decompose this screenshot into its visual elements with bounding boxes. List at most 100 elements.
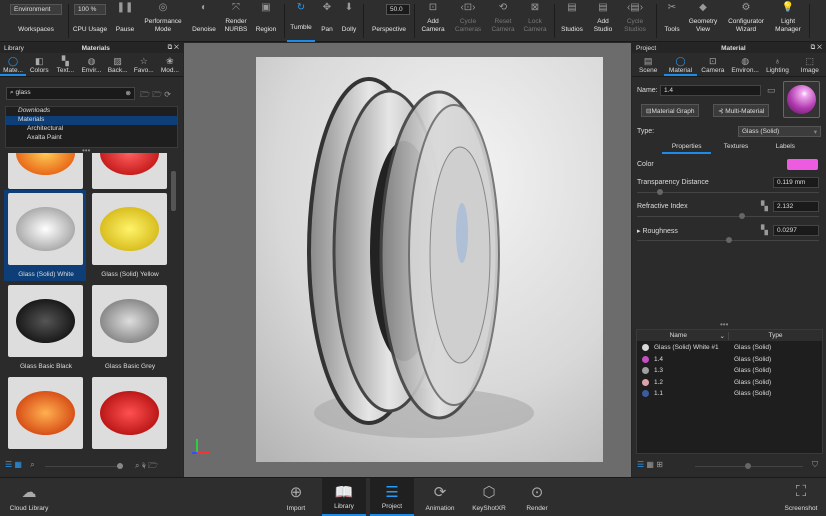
tab-material[interactable]: ◯ Material [664, 53, 697, 76]
panel-float-close-icons[interactable]: ⧉ ✕ [168, 44, 179, 52]
material-list-row[interactable]: 1.2 Glass (Solid) [637, 377, 822, 389]
panel-float-close-icons[interactable]: ⧉ ✕ [811, 44, 822, 52]
material-name-input[interactable]: 1.4 [660, 85, 761, 96]
material-thumb-orange-2[interactable] [8, 377, 83, 449]
subtab-labels[interactable]: Labels [761, 143, 810, 154]
subtab-properties[interactable]: Properties [662, 143, 712, 154]
list-view-icon[interactable]: ☰ [637, 460, 644, 469]
thumbnail-size-slider[interactable] [45, 463, 123, 469]
roughness-slider[interactable] [637, 237, 819, 243]
tab-environments[interactable]: ◍ Envir... [78, 53, 104, 76]
render-button[interactable]: ⊙ Render [520, 478, 554, 516]
refractive-slider[interactable] [637, 213, 819, 219]
tab-materials[interactable]: ◯ Mate... [0, 53, 27, 76]
transparency-input[interactable]: 0.119 mm [773, 177, 819, 188]
multi-material-button[interactable]: ⊰ Multi-Material [713, 104, 770, 117]
screenshot-button[interactable]: ⛶ Screenshot [780, 478, 822, 516]
list-view-icon[interactable]: ☰ ▦ [5, 460, 22, 469]
dolly-button[interactable]: ⬇ Dolly [338, 0, 360, 42]
tools-button[interactable]: ✂ Tools [660, 0, 684, 42]
cycle-studios-button[interactable]: ‹▤› Cycle Studios [620, 0, 650, 42]
color-swatch[interactable] [787, 159, 818, 170]
keyshotxr-text: KeyShotXR [472, 505, 506, 512]
splitter-handle[interactable]: ••• [720, 320, 728, 329]
grid-scrollbar[interactable] [171, 171, 176, 211]
tab-environment[interactable]: ◍ Environ... [729, 53, 761, 76]
list-zoom-slider[interactable] [695, 463, 803, 469]
tab-scene[interactable]: ▤ Scene [632, 53, 664, 76]
pan-button[interactable]: ✥ Pan [316, 0, 338, 42]
tree-item-architectural[interactable]: Architectural [6, 125, 177, 134]
pause-button[interactable]: ❚❚ Pause [112, 0, 138, 42]
render-nurbs-button[interactable]: ⤧ Render NURBS [220, 0, 252, 42]
animation-button[interactable]: ⟳ Animation [420, 478, 460, 516]
material-ball-icon [642, 355, 649, 363]
lock-camera-button[interactable]: ⊠ Lock Camera [520, 0, 550, 42]
subtab-textures[interactable]: Textures [711, 143, 760, 154]
column-name[interactable]: Name ⌄ [637, 331, 729, 340]
tab-image[interactable]: ⬚ Image [794, 53, 826, 76]
material-thumb-white[interactable] [8, 193, 83, 265]
add-camera-button[interactable]: ⊡ Add Camera [418, 0, 448, 42]
refractive-index-input[interactable]: 2.132 [773, 201, 819, 212]
project-button[interactable]: ☰ Project [370, 478, 414, 516]
tab-label: Scene [638, 67, 658, 74]
library-button[interactable]: 📖 Library [322, 478, 366, 516]
zoom-out-icon[interactable]: ⌕ [30, 460, 34, 469]
roughness-label-row[interactable]: ▸ Roughness [637, 227, 678, 235]
light-manager-button[interactable]: 💡 Light Manager [770, 0, 806, 42]
library-search-input[interactable]: ⌕ glass ⊗ [6, 87, 135, 100]
material-graph-button[interactable]: ⊟Material Graph [641, 104, 700, 117]
material-list-row[interactable]: 1.4 Glass (Solid) [637, 354, 822, 366]
cycle-cameras-text: Cycle Cameras [454, 18, 482, 33]
render-viewport[interactable] [184, 43, 631, 477]
tab-textures[interactable]: ▚ Text... [52, 53, 78, 76]
zoom-in-icon[interactable]: ⌕ ⚘ 🗁 [135, 460, 158, 474]
reset-camera-button[interactable]: ⟲ Reset Camera [488, 0, 518, 42]
filter-icon[interactable]: ⛉ [812, 460, 818, 470]
material-list-row[interactable]: 1.1 Glass (Solid) [637, 388, 822, 400]
keyshotxr-button[interactable]: ⬡ KeyShotXR [468, 478, 510, 516]
region-button[interactable]: ▣ Region [252, 0, 280, 42]
configurator-wizard-button[interactable]: ⚙ Configurator Wizard [724, 0, 768, 42]
tumble-button[interactable]: ↻ Tumble [287, 0, 315, 42]
texture-map-icon[interactable]: ▚ [761, 225, 768, 236]
texture-map-icon[interactable]: ▚ [761, 201, 768, 212]
tab-backplates[interactable]: ▨ Back... [105, 53, 131, 76]
name-label: Name: [637, 87, 658, 94]
material-thumb-black[interactable] [8, 285, 83, 357]
material-list-row[interactable]: Glass (Solid) White #1 Glass (Solid) [637, 342, 822, 354]
material-thumb-red-2[interactable] [92, 377, 167, 449]
material-list-row[interactable]: 1.3 Glass (Solid) [637, 365, 822, 377]
tab-colors[interactable]: ◧ Colors [26, 53, 52, 76]
add-studio-text: Add Studio [593, 18, 613, 33]
tree-item-axalta[interactable]: Axalta Paint [6, 134, 177, 143]
grid-view-icon[interactable]: ▦ ⊞ [646, 460, 662, 469]
denoise-button[interactable]: ◐ Denoise [188, 0, 220, 42]
tab-camera[interactable]: ⊡ Camera [697, 53, 729, 76]
tab-models[interactable]: ❀ Mod... [157, 53, 183, 76]
material-thumb-grey[interactable] [92, 285, 167, 357]
geometry-view-button[interactable]: ◆ Geometry View [686, 0, 720, 42]
clear-search-icon[interactable]: ⊗ [126, 89, 131, 97]
save-material-icon[interactable]: ▭ [767, 85, 776, 96]
tab-lighting[interactable]: ♁ Lighting [761, 53, 793, 76]
light-manager-text: Light Manager [775, 18, 801, 33]
column-type[interactable]: Type [729, 332, 822, 339]
tree-item-downloads[interactable]: Downloads [6, 107, 177, 116]
multi-material-text: Multi-Material [725, 108, 765, 115]
material-preview[interactable] [783, 81, 820, 118]
tree-item-materials[interactable]: Materials [6, 116, 177, 125]
material-type-dropdown[interactable]: Glass (Solid) ▾ [738, 126, 821, 137]
tab-favorites[interactable]: ☆ Favo... [131, 53, 157, 76]
studios-button[interactable]: ▤ Studios [556, 0, 588, 42]
transparency-slider[interactable] [637, 189, 819, 195]
performance-mode-button[interactable]: ◎ Performance Mode [140, 0, 186, 42]
cloud-library-button[interactable]: ☁ Cloud Library [6, 478, 52, 516]
cycle-cameras-button[interactable]: ‹⊡› Cycle Cameras [452, 0, 484, 42]
roughness-input[interactable]: 0.0297 [773, 225, 819, 236]
material-thumb-yellow[interactable] [92, 193, 167, 265]
folder-icons[interactable]: 🗁 🗁 ⟳ [140, 89, 171, 103]
add-studio-button[interactable]: ▤ Add Studio [590, 0, 616, 42]
import-button[interactable]: ⊕ Import [280, 478, 312, 516]
